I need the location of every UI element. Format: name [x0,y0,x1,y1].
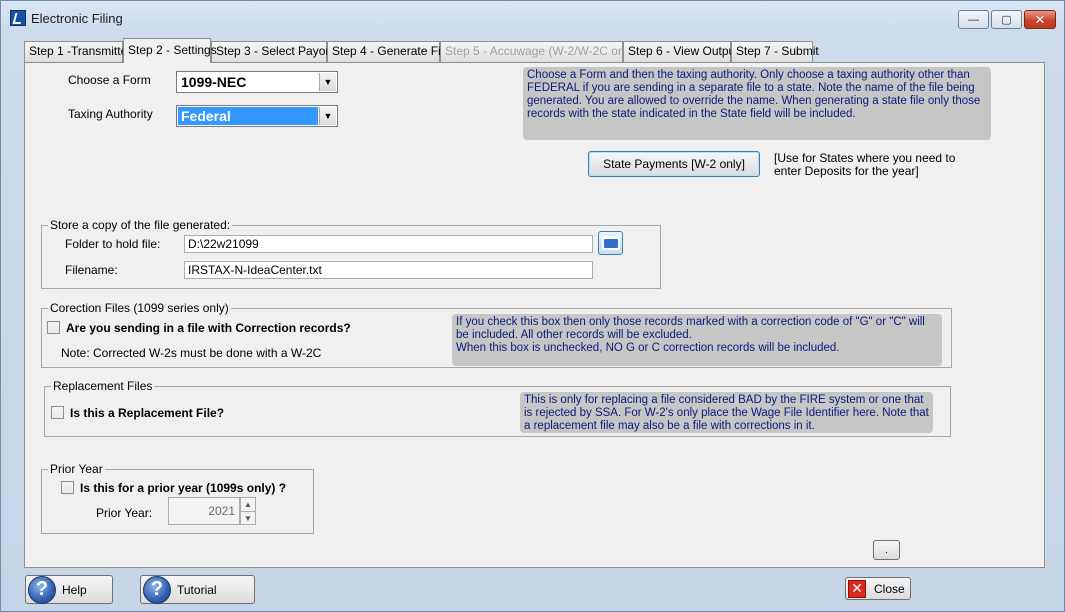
browse-folder-button[interactable] [598,231,623,255]
folder-input[interactable]: D:\22w21099 [184,235,593,253]
choose-form-label: Choose a Form [68,73,151,87]
correction-files-legend: Corection Files (1099 series only) [50,301,229,315]
minimize-button[interactable]: — [958,10,989,29]
chevron-down-icon: ▼ [319,73,336,91]
store-copy-legend: Store a copy of the file generated: [50,218,231,232]
prior-year-checkbox-label: Is this for a prior year (1099s only) ? [80,481,287,495]
folder-open-icon [601,236,620,250]
tab-generate-file[interactable]: Step 4 - Generate File [327,41,450,62]
prior-year-spinner[interactable]: ▲ ▼ [240,497,256,525]
close-x-icon: ✕ [1034,11,1046,27]
maximize-icon: ▢ [1001,14,1012,26]
form-select[interactable]: 1099-NEC ▼ [176,71,338,93]
tab-settings[interactable]: Step 2 - Settings [123,38,217,63]
tutorial-question-icon: ? [143,575,171,604]
tab-accuwage: Step 5 - Accuwage (W-2/W-2C only) [440,41,637,62]
close-icon: ✕ [848,579,866,598]
window-close-button[interactable]: ✕ [1024,10,1056,29]
prior-year-legend: Prior Year [50,462,103,476]
filename-input[interactable]: IRSTAX-N-IdeaCenter.txt [184,261,593,279]
taxing-authority-value: Federal [181,108,231,124]
spin-up-icon[interactable]: ▲ [241,498,255,511]
form-select-value: 1099-NEC [181,74,247,90]
tab-select-payors[interactable]: Step 3 - Select Payors [211,41,335,62]
correction-info-line-2: When this box is unchecked, NO G or C co… [456,342,840,354]
prior-year-input[interactable]: 2021 [168,497,240,525]
help-button-label: Help [62,582,87,597]
tutorial-button-label: Tutorial [177,582,217,597]
taxing-authority-label: Taxing Authority [68,107,153,121]
app-icon [10,10,26,26]
state-payments-note: [Use for States where you need to enter … [774,151,956,178]
correction-info-text: If you check this box then only those re… [452,314,942,366]
minimize-icon: — [968,13,979,26]
taxing-authority-select[interactable]: Federal ▼ [176,105,338,127]
correction-info-line-1: If you check this box then only those re… [456,316,925,341]
window-title: Electronic Filing [31,11,123,26]
replacement-files-legend: Replacement Files [53,379,153,393]
tab-view-output[interactable]: Step 6 - View Output [623,41,739,62]
spin-down-icon[interactable]: ▼ [241,511,255,524]
filename-label: Filename: [65,263,118,277]
tutorial-button[interactable]: ? Tutorial [140,575,255,604]
settings-panel: Choose a Form 1099-NEC ▼ Taxing Authorit… [24,62,1045,568]
electronic-filing-window: Electronic Filing — ▢ ✕ Step 1 -Transmit… [0,0,1065,612]
prior-year-label: Prior Year: [96,506,153,520]
chevron-down-icon: ▼ [319,107,336,125]
close-button-label: Close [874,581,905,596]
help-question-icon: ? [28,575,56,604]
replacement-checkbox[interactable] [51,406,64,419]
replacement-checkbox-label: Is this a Replacement File? [70,406,225,420]
replacement-info-text: This is only for replacing a file consid… [520,392,933,433]
help-button[interactable]: ? Help [25,575,113,604]
small-dot-button[interactable]: . [873,540,900,560]
correction-note: Note: Corrected W-2s must be done with a… [61,346,322,360]
tab-submit[interactable]: Step 7 - Submit [731,41,819,62]
close-button[interactable]: ✕ Close [845,577,911,600]
maximize-button[interactable]: ▢ [991,10,1022,29]
form-info-text: Choose a Form and then the taxing author… [523,67,991,140]
folder-label: Folder to hold file: [65,237,161,251]
tab-transmitter[interactable]: Step 1 -Transmitter [24,41,131,62]
correction-checkbox[interactable] [47,321,60,334]
correction-checkbox-label: Are you sending in a file with Correctio… [66,321,351,335]
state-payments-button[interactable]: State Payments [W-2 only] [588,151,760,177]
prior-year-checkbox[interactable] [61,481,74,494]
